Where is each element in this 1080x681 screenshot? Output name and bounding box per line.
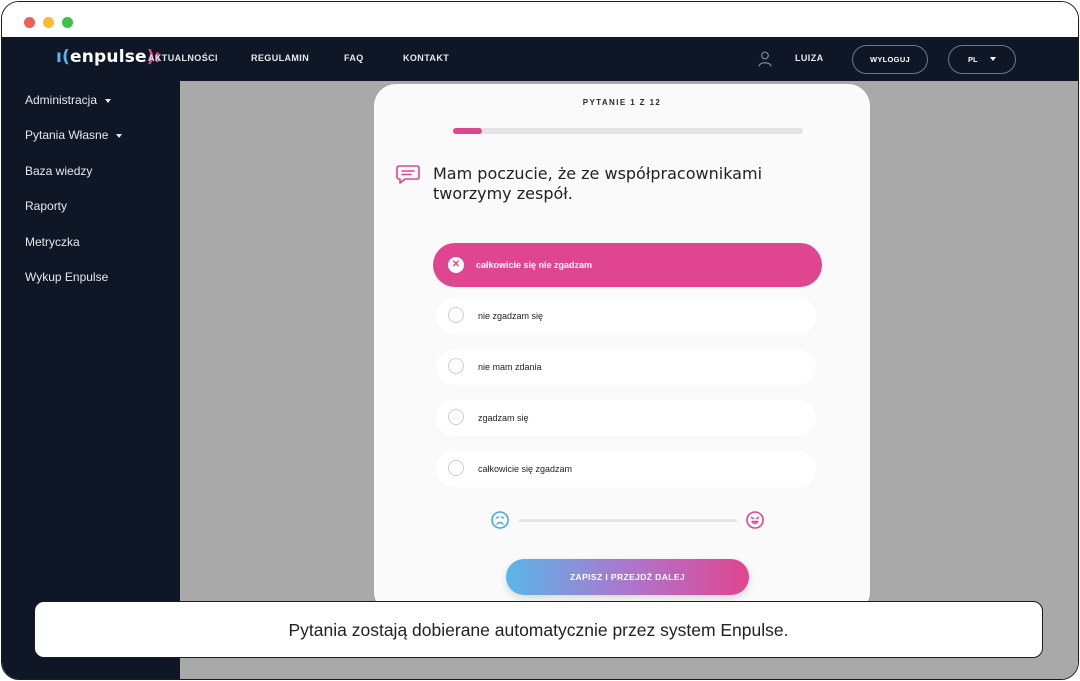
- progress-bar: [453, 128, 803, 134]
- user-icon: [758, 51, 772, 67]
- question-text: Mam poczucie, że ze współpracownikami tw…: [433, 164, 763, 203]
- save-and-next-button[interactable]: ZAPISZ I PRZEJDŹ DALEJ: [506, 559, 749, 595]
- answer-option-4[interactable]: zgadzam się: [436, 400, 816, 436]
- sidebar-item-pytania-wlasne[interactable]: Pytania Własne: [25, 128, 123, 142]
- answer-label: całkowicie się nie zgadzam: [476, 260, 593, 270]
- progress-fill: [453, 128, 483, 134]
- close-window-button[interactable]: [24, 17, 35, 28]
- sidebar-item-label: Pytania Własne: [25, 128, 109, 142]
- chevron-down-icon: [116, 133, 123, 138]
- sidebar-item-wykup-enpulse[interactable]: Wykup Enpulse: [25, 270, 108, 284]
- maximize-window-button[interactable]: [62, 17, 73, 28]
- happy-face-icon: [746, 511, 764, 529]
- minimize-window-button[interactable]: [43, 17, 54, 28]
- nav-link-kontakt[interactable]: KONTAKT: [403, 53, 449, 63]
- radio-button[interactable]: [448, 307, 464, 323]
- radio-button[interactable]: [448, 358, 464, 374]
- sidebar-item-baza-wiedzy[interactable]: Baza wiedzy: [25, 164, 92, 178]
- answer-option-5[interactable]: całkowicie się zgadzam: [436, 451, 816, 487]
- language-code: PL: [968, 55, 978, 64]
- close-icon: ✕: [451, 259, 461, 270]
- answer-label: całkowicie się zgadzam: [478, 464, 573, 474]
- sad-face-icon: [491, 511, 509, 529]
- answer-label: nie zgadzam się: [478, 311, 544, 321]
- answer-label: nie mam zdania: [478, 362, 542, 372]
- language-select[interactable]: PL: [948, 45, 1016, 74]
- radio-button[interactable]: [448, 409, 464, 425]
- answer-option-2[interactable]: nie zgadzam się: [436, 298, 816, 334]
- browser-window: ı(enpulse)ı AKTUALNOŚCI REGULAMIN FAQ KO…: [1, 1, 1079, 680]
- chevron-down-icon: [990, 57, 996, 61]
- enpulse-logo[interactable]: ı(enpulse)ı: [56, 47, 161, 67]
- nav-link-regulamin[interactable]: REGULAMIN: [251, 53, 309, 63]
- survey-card: PYTANIE 1 Z 12 Mam poczucie, że ze współ…: [374, 84, 870, 614]
- sidebar-item-administracja[interactable]: Administracja: [25, 93, 112, 107]
- answer-label: zgadzam się: [478, 413, 529, 423]
- user-name[interactable]: LUIZA: [795, 53, 824, 63]
- nav-link-faq[interactable]: FAQ: [344, 53, 364, 63]
- sidebar-item-raporty[interactable]: Raporty: [25, 199, 67, 213]
- answer-option-3[interactable]: nie mam zdania: [436, 349, 816, 385]
- sidebar-item-metryczka[interactable]: Metryczka: [25, 235, 80, 249]
- title-bar: [2, 2, 1078, 37]
- sentiment-scale: [519, 519, 737, 522]
- answer-option-1[interactable]: ✕ całkowicie się nie zgadzam: [433, 243, 822, 287]
- sidebar-item-label: Administracja: [25, 93, 98, 107]
- question-counter: PYTANIE 1 Z 12: [582, 98, 662, 107]
- sidebar: Administracja Pytania Własne Baza wiedzy…: [2, 81, 180, 679]
- nav-link-aktualnosci[interactable]: AKTUALNOŚCI: [148, 53, 218, 63]
- top-navbar: ı(enpulse)ı AKTUALNOŚCI REGULAMIN FAQ KO…: [2, 37, 1078, 81]
- caption-box: Pytania zostają dobierane automatycznie …: [34, 601, 1043, 658]
- radio-selected[interactable]: ✕: [448, 257, 464, 273]
- chevron-down-icon: [105, 98, 112, 103]
- chat-bubble-icon: [396, 165, 420, 184]
- logout-button[interactable]: WYLOGUJ: [852, 45, 928, 74]
- radio-button[interactable]: [448, 460, 464, 476]
